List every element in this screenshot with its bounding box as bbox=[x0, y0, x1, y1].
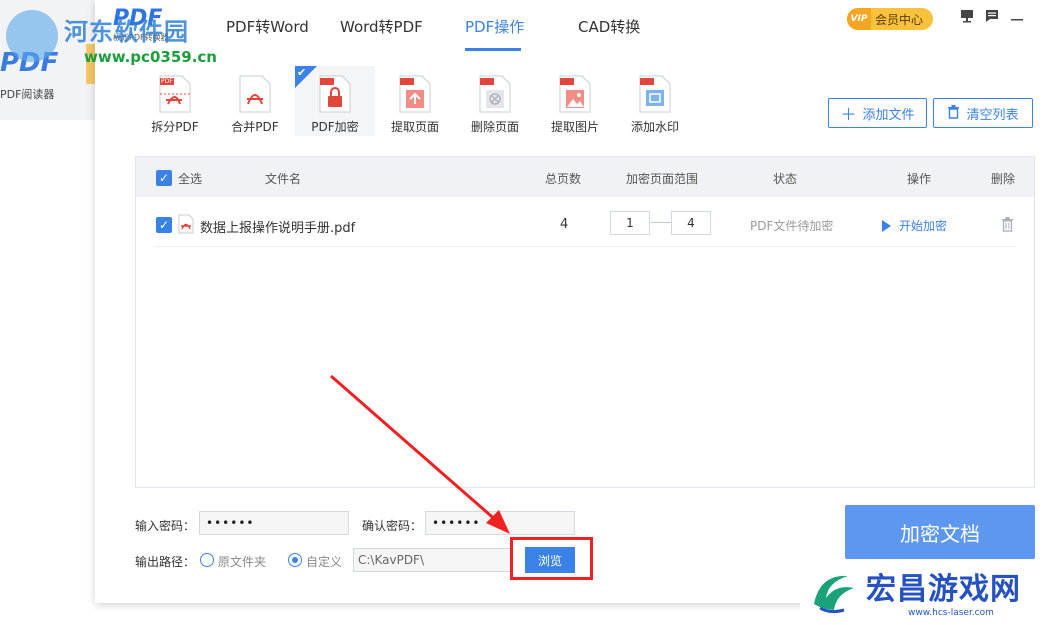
header-total-pages: 总页数 bbox=[545, 172, 582, 186]
extract-page-icon bbox=[398, 74, 432, 114]
original-folder-radio[interactable] bbox=[200, 553, 214, 567]
watermark-logo-icon bbox=[6, 10, 58, 62]
original-folder-label: 原文件夹 bbox=[218, 555, 267, 569]
tool-delete-page-label: 删除页面 bbox=[470, 120, 519, 134]
range-to-input[interactable]: 4 bbox=[671, 211, 711, 235]
select-all-checkbox[interactable]: ✓ bbox=[156, 170, 172, 186]
watermark-right-url: www.hcs-laser.com bbox=[908, 608, 994, 618]
custom-folder-radio[interactable] bbox=[288, 553, 302, 567]
confirm-password-input[interactable]: •••••• bbox=[425, 511, 575, 535]
title-bar: PDF 极光PDF转换器 PDF转Word Word转PDF PDF操作 CAD… bbox=[95, 0, 1052, 52]
header-select-all: 全选 bbox=[178, 172, 203, 186]
tool-encrypt-pdf[interactable]: ✔ PDF加密 bbox=[295, 66, 375, 136]
merge-pdf-icon bbox=[238, 74, 272, 114]
header-filename: 文件名 bbox=[265, 172, 302, 186]
clear-list-label: 清空列表 bbox=[966, 107, 1019, 123]
tool-split-pdf-label: 拆分PDF bbox=[151, 120, 199, 134]
tab-pdf-operations[interactable]: PDF操作 bbox=[465, 16, 524, 37]
vip-center-label: 会员中心 bbox=[875, 12, 924, 27]
active-tab-indicator bbox=[465, 48, 521, 51]
watermark-right: 宏昌游戏网 www.hcs-laser.com bbox=[800, 560, 1052, 625]
extract-image-icon bbox=[558, 74, 592, 114]
encrypt-document-button[interactable]: 加密文档 bbox=[845, 505, 1035, 559]
header-delete: 删除 bbox=[991, 172, 1016, 186]
pdf-file-icon bbox=[178, 214, 194, 238]
watermark-left-url: www.pc0359.cn bbox=[84, 48, 217, 66]
password-input[interactable]: •••••• bbox=[199, 511, 349, 535]
header-status: 状态 bbox=[773, 172, 798, 186]
watermark-dragon-icon bbox=[814, 575, 854, 614]
tool-icon-tag: PDF bbox=[161, 78, 173, 85]
start-encrypt-label: 开始加密 bbox=[899, 219, 948, 233]
file-table: ✓ 全选 文件名 总页数 加密页面范围 状态 操作 删除 ✓ 数据上报操作说明手… bbox=[135, 156, 1035, 488]
watermark-right-title: 宏昌游戏网 bbox=[866, 572, 1021, 607]
custom-folder-label: 自定义 bbox=[306, 555, 343, 569]
output-path-input[interactable]: C:\KavPDF\ bbox=[353, 548, 513, 572]
tool-delete-page[interactable]: 删除页面 bbox=[455, 66, 535, 136]
annotation-highlight-box bbox=[510, 537, 593, 580]
header-operation: 操作 bbox=[907, 172, 932, 186]
check-icon: ✔ bbox=[297, 66, 307, 79]
add-file-label: 添加文件 bbox=[862, 107, 915, 123]
table-header: ✓ 全选 文件名 总页数 加密页面范围 状态 操作 删除 bbox=[136, 157, 1034, 197]
row-total-pages: 4 bbox=[560, 217, 569, 232]
plus-icon: ＋ bbox=[840, 105, 857, 124]
header-encrypt-range: 加密页面范围 bbox=[626, 172, 699, 186]
monitor-icon[interactable] bbox=[959, 8, 975, 24]
vip-badge-icon: VIP bbox=[847, 8, 871, 30]
tool-split-pdf[interactable]: PDF 拆分PDF bbox=[135, 66, 215, 136]
tool-extract-image-label: 提取图片 bbox=[550, 120, 599, 134]
clear-list-button[interactable]: 清空列表 bbox=[933, 98, 1033, 128]
row-checkbox[interactable]: ✓ bbox=[156, 217, 172, 233]
encrypt-pdf-icon bbox=[318, 74, 352, 114]
trash-icon bbox=[947, 104, 960, 123]
tool-add-watermark-label: 添加水印 bbox=[630, 120, 679, 134]
watermark-left-title: 河东软件园 bbox=[64, 17, 189, 46]
tool-extract-image[interactable]: 提取图片 bbox=[535, 66, 615, 136]
tab-pdf-to-word[interactable]: PDF转Word bbox=[226, 16, 309, 37]
tool-merge-pdf[interactable]: 合并PDF bbox=[215, 66, 295, 136]
table-row: ✓ 数据上报操作说明手册.pdf 4 1 4 PDF文件待加密 开始加密 bbox=[154, 203, 1016, 247]
play-icon bbox=[882, 219, 891, 232]
password-label: 输入密码： bbox=[135, 519, 196, 533]
row-delete-icon[interactable] bbox=[1001, 217, 1014, 236]
confirm-password-label: 确认密码： bbox=[362, 519, 423, 533]
row-filename: 数据上报操作说明手册.pdf bbox=[200, 221, 356, 236]
add-watermark-icon bbox=[638, 74, 672, 114]
output-path-label: 输出路径： bbox=[135, 555, 196, 569]
delete-page-icon bbox=[478, 74, 512, 114]
tool-add-watermark[interactable]: 添加水印 bbox=[615, 66, 695, 136]
tab-cad-convert[interactable]: CAD转换 bbox=[578, 16, 640, 37]
tab-word-to-pdf[interactable]: Word转PDF bbox=[340, 16, 423, 37]
tool-extract-page-label: 提取页面 bbox=[390, 120, 439, 134]
row-status: PDF文件待加密 bbox=[750, 219, 834, 233]
start-encrypt-link[interactable]: 开始加密 bbox=[882, 217, 947, 234]
range-separator bbox=[651, 222, 671, 223]
tool-encrypt-pdf-label: PDF加密 bbox=[311, 120, 359, 134]
range-from-input[interactable]: 1 bbox=[610, 211, 650, 235]
background-app-label: PDF阅读器 bbox=[0, 88, 55, 101]
add-file-button[interactable]: ＋ 添加文件 bbox=[828, 98, 927, 128]
tool-extract-page[interactable]: 提取页面 bbox=[375, 66, 455, 136]
minimize-icon[interactable] bbox=[1009, 8, 1025, 24]
app-window: PDF 极光PDF转换器 PDF转Word Word转PDF PDF操作 CAD… bbox=[95, 0, 1052, 603]
tool-merge-pdf-label: 合并PDF bbox=[231, 120, 279, 134]
split-pdf-icon: PDF bbox=[158, 74, 192, 114]
message-icon[interactable] bbox=[984, 8, 1000, 24]
vip-center-button[interactable]: VIP 会员中心 bbox=[847, 8, 933, 30]
watermark-left: 河东软件园 www.pc0359.cn bbox=[6, 6, 217, 66]
